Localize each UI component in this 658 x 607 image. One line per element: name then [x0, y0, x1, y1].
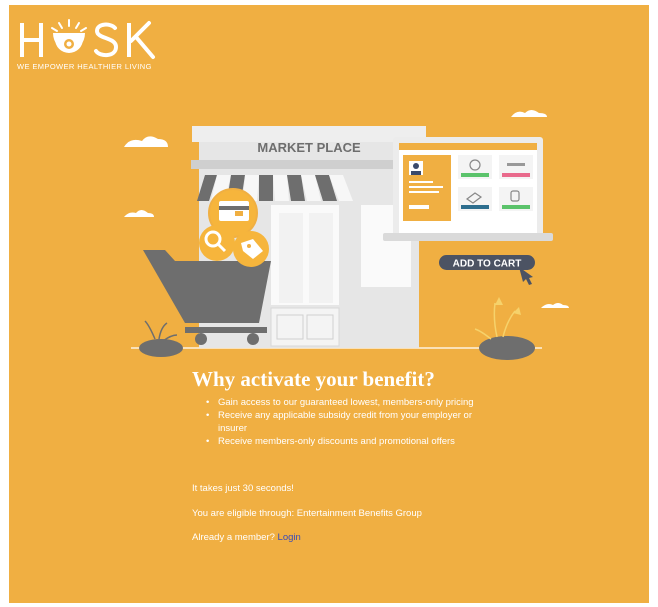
time-note: It takes just 30 seconds! — [192, 483, 294, 494]
page-title: Why activate your benefit? — [192, 367, 435, 391]
list-item: Receive members-only discounts and promo… — [206, 435, 492, 448]
list-item: Gain access to our guaranteed lowest, me… — [206, 396, 492, 409]
magnifier-icon — [199, 225, 235, 261]
main-panel: WE EMPOWER HEALTHIER LIVING MARKET PLACE — [9, 5, 649, 603]
plant-icon — [139, 320, 183, 357]
benefits-list: Gain access to our guaranteed lowest, me… — [192, 396, 492, 448]
store-sign: MARKET PLACE — [257, 140, 361, 155]
member-prompt-row: Already a member? Login — [192, 532, 301, 543]
plant-icon — [474, 297, 535, 360]
member-prompt: Already a member? — [192, 532, 275, 543]
add-to-cart-label: ADD TO CART — [453, 259, 522, 270]
login-link[interactable]: Login — [278, 532, 301, 543]
tag-icon — [233, 231, 269, 267]
eligibility-text: You are eligible through: Entertainment … — [192, 508, 422, 519]
list-item: Receive any applicable subsidy credit fr… — [206, 409, 492, 435]
benefit-content: Why activate your benefit? Gain access t… — [192, 367, 492, 543]
